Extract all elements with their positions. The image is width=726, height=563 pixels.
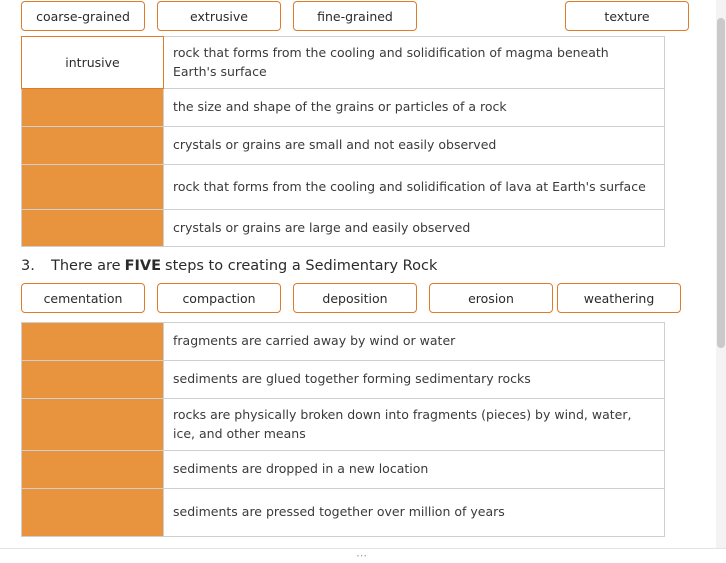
answer-dropzone[interactable] [21, 450, 164, 489]
definition-cell: rock that forms from the cooling and sol… [163, 36, 665, 89]
table-row: fragments are carried away by wind or wa… [21, 322, 665, 361]
definition-cell: sediments are pressed together over mill… [163, 488, 665, 537]
word-chip-fine-grained[interactable]: fine-grained [293, 1, 417, 31]
answer-dropzone[interactable] [21, 398, 164, 451]
word-chip-coarse-grained[interactable]: coarse-grained [21, 1, 145, 31]
definition-cell: rock that forms from the cooling and sol… [163, 164, 665, 210]
definition-cell: crystals or grains are large and easily … [163, 209, 665, 247]
table-row: sediments are dropped in a new location [21, 450, 665, 489]
question-heading: 3. There are FIVE steps to creating a Se… [21, 258, 681, 274]
question-number: 3. [21, 258, 35, 274]
question-text-before: There are [51, 258, 121, 274]
answer-dropzone[interactable] [21, 88, 164, 127]
drag-handle-dots[interactable]: ⋯ [356, 550, 370, 561]
table-row: the size and shape of the grains or part… [21, 88, 665, 127]
vertical-scrollbar[interactable] [716, 0, 726, 548]
table-row: crystals or grains are small and not eas… [21, 126, 665, 165]
definition-cell: sediments are glued together forming sed… [163, 360, 665, 399]
answer-dropzone[interactable] [21, 209, 164, 247]
vertical-scrollbar-thumb[interactable] [717, 18, 725, 348]
answer-dropzone[interactable] [21, 322, 164, 361]
definition-cell: rocks are physically broken down into fr… [163, 398, 665, 451]
answer-dropzone[interactable] [21, 488, 164, 537]
answer-dropzone-intrusive[interactable]: intrusive [21, 36, 164, 89]
word-chip-weathering[interactable]: weathering [557, 283, 681, 313]
match-table-sedimentary: fragments are carried away by wind or wa… [21, 322, 665, 537]
definition-cell: fragments are carried away by wind or wa… [163, 322, 665, 361]
word-bank-igneous: coarse-grained extrusive fine-grained te… [0, 1, 700, 33]
question-text-after: steps to creating a Sedimentary Rock [165, 258, 438, 274]
question-emphasis: FIVE [124, 258, 162, 274]
horizontal-resize-bar[interactable]: ⋯ [0, 548, 726, 563]
match-table-igneous: intrusive rock that forms from the cooli… [21, 36, 665, 247]
answer-dropzone[interactable] [21, 164, 164, 210]
table-row: rocks are physically broken down into fr… [21, 398, 665, 451]
table-row: sediments are pressed together over mill… [21, 488, 665, 537]
definition-cell: sediments are dropped in a new location [163, 450, 665, 489]
answer-dropzone[interactable] [21, 126, 164, 165]
word-chip-compaction[interactable]: compaction [157, 283, 281, 313]
word-chip-deposition[interactable]: deposition [293, 283, 417, 313]
word-chip-cementation[interactable]: cementation [21, 283, 145, 313]
table-row: crystals or grains are large and easily … [21, 209, 665, 247]
answer-dropzone[interactable] [21, 360, 164, 399]
word-bank-sedimentary: cementation compaction deposition erosio… [0, 283, 700, 315]
word-chip-erosion[interactable]: erosion [429, 283, 553, 313]
word-chip-texture[interactable]: texture [565, 1, 689, 31]
table-row: rock that forms from the cooling and sol… [21, 164, 665, 210]
definition-cell: the size and shape of the grains or part… [163, 88, 665, 127]
word-chip-extrusive[interactable]: extrusive [157, 1, 281, 31]
table-row: sediments are glued together forming sed… [21, 360, 665, 399]
definition-cell: crystals or grains are small and not eas… [163, 126, 665, 165]
table-row: intrusive rock that forms from the cooli… [21, 36, 665, 89]
worksheet-page: coarse-grained extrusive fine-grained te… [0, 0, 726, 563]
